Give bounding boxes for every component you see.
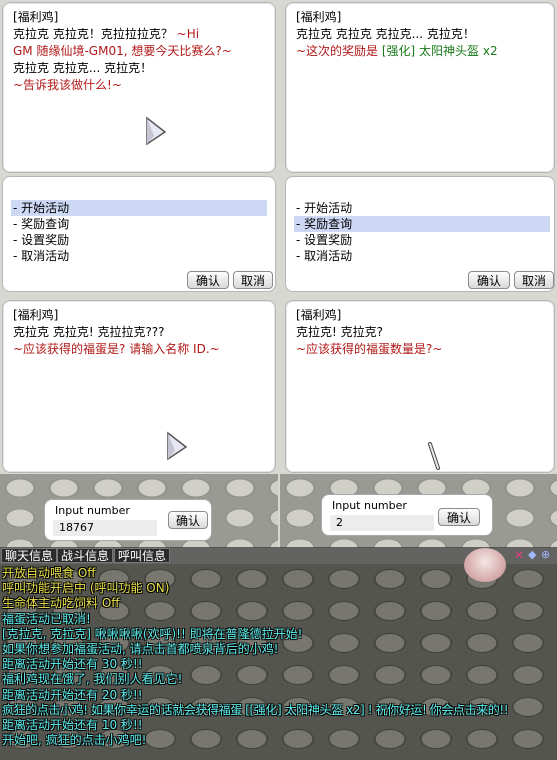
npc-menu-left: - 开始活动 - 奖励查询 - 设置奖励 - 取消活动 确认 取消 bbox=[2, 176, 276, 292]
tab-chat[interactable]: 聊天信息 bbox=[1, 548, 58, 563]
npc-dialog-top-right: [福利鸡] 克拉克 克拉克 克拉克... 克拉克！ ~这次的奖励是 [强化] 太… bbox=[285, 2, 555, 173]
chat-log: 开放自动喂食 Off 呼叫功能开启中 (呼叫功能 ON) 生命体主动吃饲料 Of… bbox=[2, 566, 557, 748]
menu-item-query[interactable]: - 奖励查询 bbox=[294, 216, 550, 232]
chat-line: 疯狂的点击小鸡! 如果你幸运的话就会获得福蛋 [[强化] 太阳神头盔 x2] !… bbox=[2, 702, 509, 717]
ok-button[interactable]: 确认 bbox=[438, 508, 480, 526]
chat-line: 福利鸡现在饿了, 我们别人看见它! bbox=[2, 672, 183, 687]
dialog-line-4: ~告诉我该做什么!~ bbox=[13, 78, 122, 92]
chat-line: 如果你想参加福蛋活动, 请点击首都喷泉背后的小鸡! bbox=[2, 641, 279, 656]
dialog-line-2: ~这次的奖励是 [强化] 太阳神头盔 x2 bbox=[296, 43, 544, 60]
npc-menu-right: - 开始活动 - 奖励查询 - 设置奖励 - 取消活动 确认 取消 bbox=[285, 176, 555, 292]
number-input[interactable]: 2 bbox=[330, 515, 434, 531]
dialog-line-2: ~应该获得的福蛋是? 请输入名称 ID.~ bbox=[13, 342, 220, 356]
menu-item-cancel[interactable]: - 取消活动 bbox=[11, 248, 69, 264]
settings-icon[interactable]: ◆ bbox=[528, 548, 536, 561]
npc-name: [福利鸡] bbox=[296, 308, 342, 322]
menu-item-query[interactable]: - 奖励查询 bbox=[11, 216, 69, 232]
menu-item-start[interactable]: - 开始活动 bbox=[294, 200, 352, 216]
dialog-line-1: 克拉克 克拉克 克拉克... 克拉克！ bbox=[296, 27, 475, 41]
input-label: Input number bbox=[55, 504, 130, 517]
menu-item-set[interactable]: - 设置奖励 bbox=[294, 232, 352, 248]
npc-name: [福利鸡] bbox=[296, 10, 342, 24]
chat-line: 呼叫功能开启中 (呼叫功能 ON) bbox=[2, 581, 170, 596]
chat-line: 距离活动开始还有 10 秒!! bbox=[2, 717, 143, 732]
npc-name: [福利鸡] bbox=[13, 10, 59, 24]
chat-line: 距离活动开始还有 20 秒!! bbox=[2, 687, 143, 702]
cancel-button[interactable]: 取消 bbox=[514, 271, 554, 289]
chat-line: 福蛋活动已取消! bbox=[2, 611, 91, 626]
dialog-line-2: GM 随缘仙境-GM01, 想要今天比赛么?~ bbox=[13, 44, 232, 58]
npc-dialog-bottom-left: [福利鸡] 克拉克 克拉克! 克拉拉克??? ~应该获得的福蛋是? 请输入名称 … bbox=[2, 300, 276, 473]
reward-prefix: ~这次的奖励是 bbox=[296, 44, 382, 58]
cancel-button[interactable]: 取消 bbox=[233, 271, 273, 289]
tab-battle[interactable]: 战斗信息 bbox=[57, 548, 114, 563]
npc-dialog-bottom-right: [福利鸡] 克拉克! 克拉克? ~应该获得的福蛋数量是?~ bbox=[285, 300, 555, 473]
mouse-cursor-icon bbox=[146, 116, 167, 146]
dialog-line-1: 克拉克 克拉克！克拉拉拉克？ ~Hi bbox=[13, 27, 200, 41]
chat-line: 开放自动喂食 Off bbox=[2, 566, 96, 580]
input-label: Input number bbox=[332, 499, 407, 512]
mouse-cursor-icon bbox=[167, 431, 188, 461]
chat-line: 距离活动开始还有 30 秒!! bbox=[2, 657, 143, 672]
text-cursor-icon bbox=[428, 442, 440, 470]
npc-name: [福利鸡] bbox=[13, 308, 59, 322]
dialog-line-1: 克拉克! 克拉克? bbox=[296, 325, 383, 339]
chat-line: [克拉克, 克拉克] 啾啾啾啾(欢呼)!! 即将在普隆德拉开始! bbox=[2, 626, 303, 641]
dialog-line-3: 克拉克 克拉克... 克拉克！ bbox=[13, 61, 153, 75]
menu-item-set[interactable]: - 设置奖励 bbox=[11, 232, 69, 248]
dialog-line-2: ~应该获得的福蛋数量是?~ bbox=[296, 342, 443, 356]
tab-call[interactable]: 呼叫信息 bbox=[114, 548, 171, 563]
dialog-line-1: 克拉克 克拉克! 克拉拉克??? bbox=[13, 325, 165, 339]
menu-item-start[interactable]: - 开始活动 bbox=[11, 200, 267, 216]
number-input-dialog-left: Input number 18767 确认 bbox=[44, 499, 212, 541]
ok-button[interactable]: 确认 bbox=[168, 511, 208, 529]
close-icon[interactable]: ✕ bbox=[514, 548, 524, 562]
menu-item-cancel[interactable]: - 取消活动 bbox=[294, 248, 352, 264]
minimize-icon[interactable]: ⊕ bbox=[541, 548, 550, 561]
ok-button[interactable]: 确认 bbox=[468, 271, 510, 289]
chat-line: 生命体主动吃饲料 Off bbox=[2, 596, 120, 611]
reward-item: [强化] 太阳神头盔 x2 bbox=[381, 44, 498, 58]
number-input-dialog-right: Input number 2 确认 bbox=[321, 494, 493, 536]
chat-line: 开始吧, 疯狂的点击小鸡吧! bbox=[2, 733, 147, 748]
number-input[interactable]: 18767 bbox=[53, 520, 157, 536]
npc-dialog-top-left: [福利鸡] 克拉克 克拉克！克拉拉拉克？ ~Hi GM 随缘仙境-GM01, 想… bbox=[2, 2, 276, 173]
ok-button[interactable]: 确认 bbox=[187, 271, 229, 289]
